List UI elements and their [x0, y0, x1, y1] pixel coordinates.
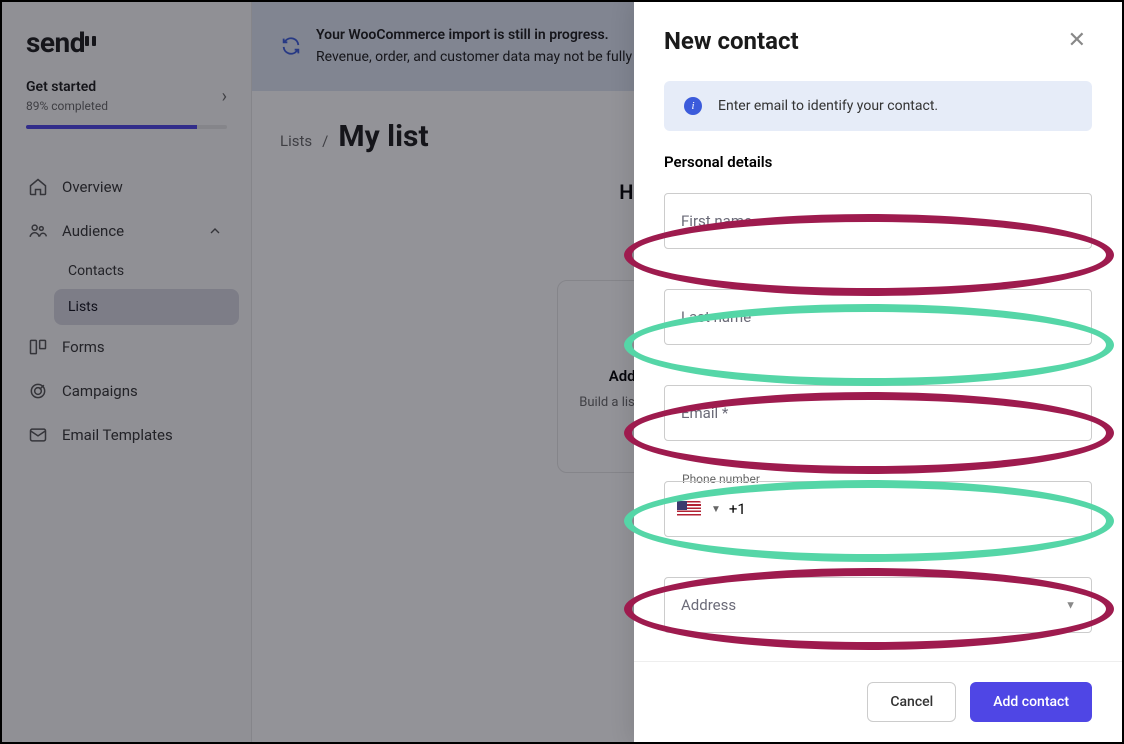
last-name-field-wrap — [664, 289, 1092, 345]
phone-input[interactable] — [729, 500, 1079, 518]
panel-header: New contact ✕ — [634, 2, 1122, 73]
email-input[interactable] — [664, 385, 1092, 441]
add-contact-button[interactable]: Add contact — [970, 682, 1092, 722]
address-select[interactable]: Address — [664, 577, 1092, 633]
phone-field-wrap: Phone number ▼ — [664, 481, 1092, 537]
last-name-input[interactable] — [664, 289, 1092, 345]
new-contact-panel: New contact ✕ i Enter email to identify … — [634, 2, 1122, 742]
address-field-wrap: Address ▼ — [664, 577, 1092, 633]
flag-us-icon[interactable] — [677, 501, 701, 517]
info-icon: i — [684, 97, 702, 115]
close-icon: ✕ — [1068, 28, 1086, 53]
close-button[interactable]: ✕ — [1062, 22, 1092, 59]
panel-footer: Cancel Add contact — [634, 661, 1122, 742]
section-personal-details: Personal details — [664, 153, 1092, 171]
caret-down-icon[interactable]: ▼ — [711, 504, 721, 515]
email-field-wrap — [664, 385, 1092, 441]
info-text: Enter email to identify your contact. — [718, 98, 938, 114]
first-name-input[interactable] — [664, 193, 1092, 249]
panel-title: New contact — [664, 27, 799, 55]
info-box: i Enter email to identify your contact. — [664, 81, 1092, 131]
panel-body: i Enter email to identify your contact. … — [634, 73, 1122, 661]
first-name-field-wrap — [664, 193, 1092, 249]
cancel-button[interactable]: Cancel — [867, 682, 956, 722]
